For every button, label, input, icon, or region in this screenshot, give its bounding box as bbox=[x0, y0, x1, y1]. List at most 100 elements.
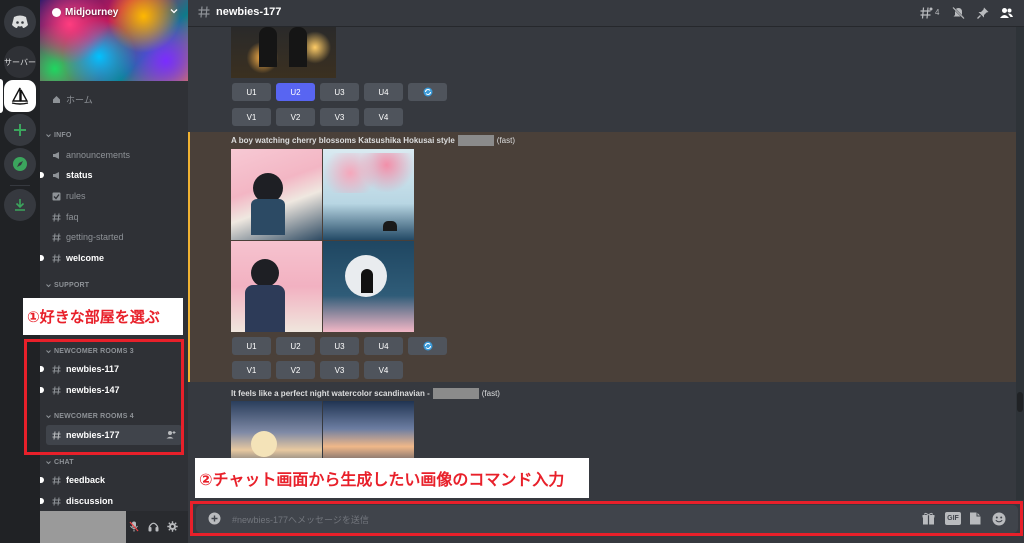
scrollbar-track[interactable] bbox=[1016, 27, 1024, 500]
hash-icon bbox=[52, 212, 66, 222]
mode-label: (fast) bbox=[481, 389, 500, 398]
upscale-button[interactable]: U3 bbox=[320, 83, 359, 101]
channel-announcements[interactable]: announcements bbox=[46, 145, 182, 165]
microphone-muted-icon[interactable] bbox=[129, 521, 139, 532]
server-name: Midjourney bbox=[65, 7, 119, 18]
upscale-button[interactable]: U4 bbox=[364, 83, 403, 101]
server-rail: サーバー bbox=[0, 0, 40, 543]
server-folder-button[interactable]: サーバー bbox=[4, 46, 36, 78]
channel-label: status bbox=[66, 170, 93, 180]
chevron-down-icon bbox=[46, 134, 51, 138]
channel-label: announcements bbox=[66, 150, 131, 160]
explore-servers-icon[interactable] bbox=[4, 148, 36, 180]
generated-image-tile[interactable] bbox=[231, 149, 322, 240]
category-chat[interactable]: CHAT bbox=[46, 459, 74, 466]
hash-icon bbox=[52, 253, 66, 263]
upscale-button[interactable]: U3 bbox=[320, 337, 359, 355]
upscale-button[interactable]: U2 bbox=[276, 83, 315, 101]
channel-discussion[interactable]: discussion bbox=[40, 491, 182, 511]
gear-icon[interactable] bbox=[167, 521, 178, 532]
channel-status[interactable]: status bbox=[40, 165, 182, 185]
reroll-button[interactable] bbox=[408, 83, 447, 101]
prompt-text: A boy watching cherry blossoms Katsushik… bbox=[231, 136, 455, 145]
category-info[interactable]: INFO bbox=[46, 132, 72, 139]
prompt-text: It feels like a perfect night watercolor… bbox=[231, 389, 430, 398]
channel-label: getting-started bbox=[66, 232, 124, 242]
channel-rules[interactable]: rules bbox=[46, 186, 182, 206]
download-apps-icon[interactable] bbox=[4, 189, 36, 221]
generated-image-tile[interactable] bbox=[231, 27, 336, 78]
annotation-command-label: ②チャット画面から生成したい画像のコマンド入力 bbox=[195, 458, 589, 498]
reroll-button[interactable] bbox=[408, 337, 447, 355]
upscale-button[interactable]: U1 bbox=[232, 337, 271, 355]
channel-label: rules bbox=[66, 191, 86, 201]
channel-sidebar: Midjourney ホーム INFO announcements status… bbox=[40, 0, 188, 543]
generated-image-tile[interactable] bbox=[323, 241, 414, 332]
channel-faq[interactable]: faq bbox=[46, 207, 182, 227]
category-label: SUPPORT bbox=[54, 282, 90, 289]
user-panel bbox=[40, 511, 188, 543]
server-name-button[interactable]: Midjourney bbox=[52, 7, 118, 18]
selected-server-pill bbox=[0, 79, 3, 113]
channel-title: newbies-177 bbox=[216, 6, 282, 18]
variation-button[interactable]: V1 bbox=[232, 108, 271, 126]
redacted-mention bbox=[432, 388, 479, 399]
chevron-down-icon bbox=[46, 284, 51, 288]
category-support[interactable]: SUPPORT bbox=[46, 282, 89, 289]
generated-image-tile[interactable] bbox=[231, 241, 322, 332]
chevron-down-icon bbox=[46, 461, 51, 465]
variation-button[interactable]: V2 bbox=[276, 108, 315, 126]
variation-button[interactable]: V4 bbox=[364, 361, 403, 379]
refresh-icon bbox=[423, 87, 432, 97]
notification-muted-icon[interactable] bbox=[952, 7, 965, 19]
member-list-icon[interactable] bbox=[1000, 7, 1013, 19]
server-folder-label: サーバー bbox=[4, 57, 36, 67]
home-label: ホーム bbox=[66, 94, 93, 105]
discord-home-icon[interactable] bbox=[4, 6, 36, 38]
scrollbar-thumb[interactable] bbox=[1017, 392, 1023, 412]
megaphone-icon bbox=[52, 171, 66, 180]
generated-image-tile[interactable] bbox=[323, 149, 414, 240]
hash-icon bbox=[52, 475, 66, 485]
variation-button[interactable]: V4 bbox=[364, 108, 403, 126]
variation-button[interactable]: V3 bbox=[320, 361, 359, 379]
channel-feedback[interactable]: feedback bbox=[40, 470, 182, 490]
variation-button[interactable]: V2 bbox=[276, 361, 315, 379]
refresh-icon bbox=[423, 341, 432, 351]
discord-window: サーバー Midjourney ホーム INFO announcements s… bbox=[0, 0, 1024, 543]
channel-label: feedback bbox=[66, 475, 106, 485]
channel-label: faq bbox=[66, 212, 79, 222]
upscale-button[interactable]: U2 bbox=[276, 337, 315, 355]
unread-indicator bbox=[40, 477, 44, 483]
channel-label: welcome bbox=[66, 253, 105, 263]
megaphone-icon bbox=[52, 151, 66, 160]
channel-getting-started[interactable]: getting-started bbox=[46, 227, 182, 247]
annotation-room-frame bbox=[24, 339, 184, 455]
threads-icon[interactable] bbox=[920, 7, 933, 19]
add-server-icon[interactable] bbox=[4, 114, 36, 146]
headphones-icon[interactable] bbox=[148, 521, 159, 532]
pin-icon[interactable] bbox=[977, 7, 989, 19]
unread-indicator bbox=[40, 255, 44, 261]
thread-hash-icon bbox=[198, 6, 210, 18]
variation-button[interactable]: V3 bbox=[320, 108, 359, 126]
message-prompt: A boy watching cherry blossoms Katsushik… bbox=[231, 135, 515, 146]
home-item[interactable]: ホーム bbox=[46, 89, 182, 109]
channel-label: discussion bbox=[66, 496, 114, 506]
channel-welcome[interactable]: welcome bbox=[40, 248, 182, 268]
midjourney-server-icon[interactable] bbox=[4, 80, 36, 112]
chevron-down-icon[interactable] bbox=[170, 7, 178, 15]
verified-icon bbox=[52, 8, 61, 17]
message-list: U1 U2 U3 U4 V1 V2 V3 V4 A boy watching c… bbox=[188, 27, 1016, 500]
category-label: CHAT bbox=[54, 459, 74, 466]
redacted-user-info bbox=[40, 511, 126, 543]
annotation-room-label: ①好きな部屋を選ぶ bbox=[23, 298, 183, 335]
upscale-button[interactable]: U1 bbox=[232, 83, 271, 101]
redacted-mention bbox=[457, 135, 494, 146]
variation-button[interactable]: V1 bbox=[232, 361, 271, 379]
message-prompt: It feels like a perfect night watercolor… bbox=[231, 388, 500, 399]
thread-count: 4 bbox=[935, 8, 940, 17]
upscale-button[interactable]: U4 bbox=[364, 337, 403, 355]
unread-indicator bbox=[40, 498, 44, 504]
checkbox-icon bbox=[52, 192, 66, 201]
